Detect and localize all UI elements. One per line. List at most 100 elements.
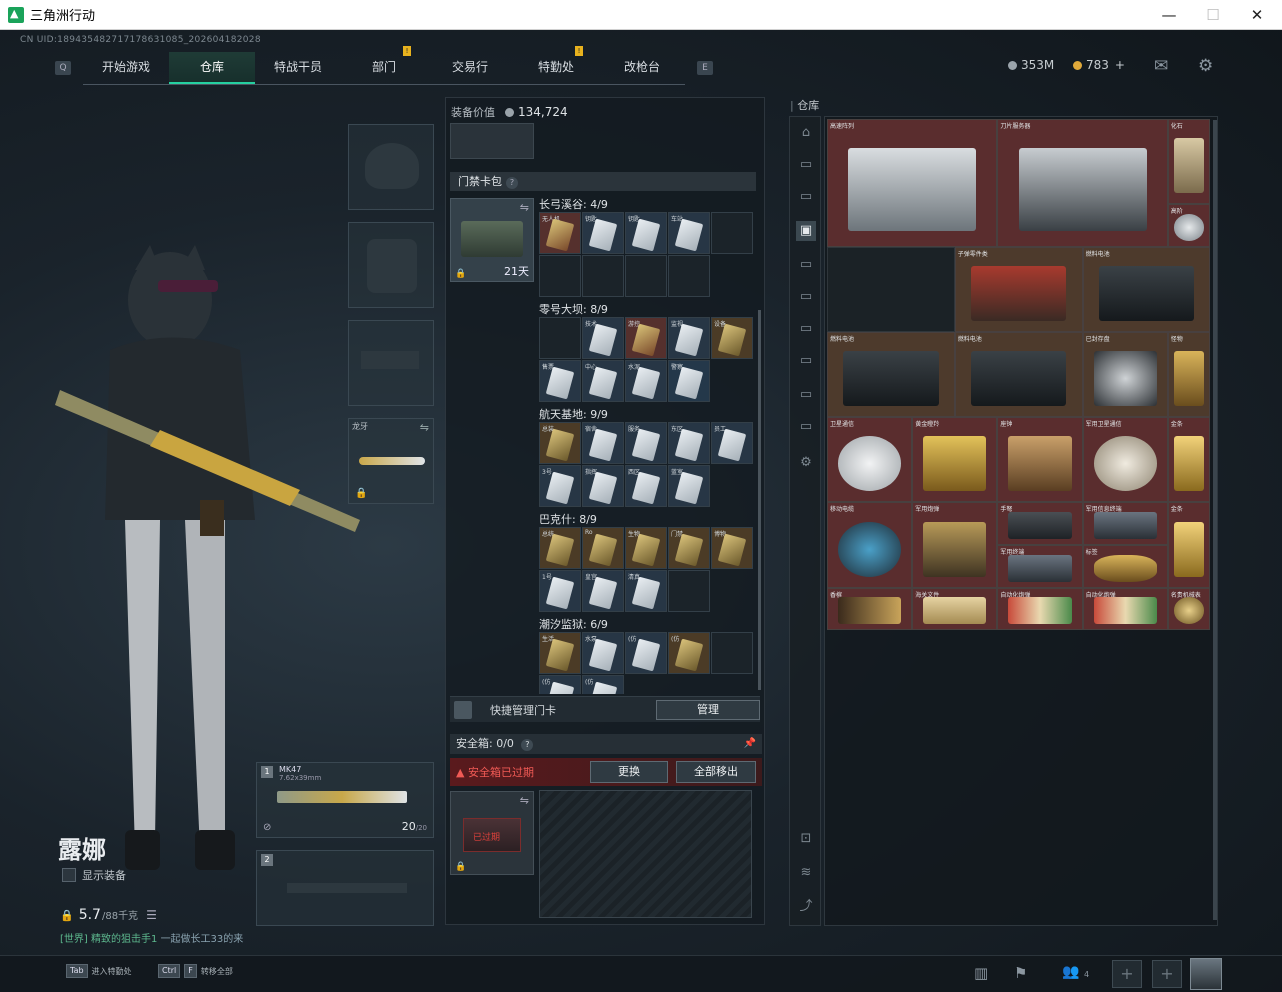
empty-cell[interactable] — [711, 212, 753, 254]
keycard-item[interactable]: 3号 — [539, 465, 581, 507]
empty-cell[interactable] — [539, 317, 581, 359]
expand-icon[interactable]: ⤴ — [796, 897, 816, 917]
warehouse-item[interactable]: 标签 — [1082, 544, 1168, 588]
keycard-item[interactable]: 中心 — [582, 360, 624, 402]
category-other-icon[interactable]: ▭ — [796, 417, 816, 437]
keycard-item[interactable]: (仿 — [582, 675, 624, 694]
keycard-item[interactable]: 无人机 — [539, 212, 581, 254]
warehouse-item[interactable]: 化石 — [1167, 119, 1211, 205]
replace-button[interactable]: 更换 — [590, 761, 668, 783]
backpack-slot[interactable] — [450, 123, 534, 159]
warehouse-item[interactable]: 金条 — [1167, 502, 1211, 588]
tab-trade[interactable]: 交易行 — [427, 52, 513, 84]
nav-prev-key[interactable]: Q — [55, 61, 71, 75]
keycard-item[interactable]: 技术 — [582, 317, 624, 359]
warehouse-item[interactable]: 金条 — [1167, 417, 1211, 503]
invite-slot-button[interactable]: + — [1152, 960, 1182, 988]
tab-department[interactable]: 部门! — [341, 45, 427, 84]
warehouse-item[interactable]: 自动化炮弹 — [1082, 587, 1168, 631]
category-collection-icon[interactable]: ▣ — [796, 221, 816, 241]
warehouse-settings-icon[interactable]: ⚙ — [796, 453, 816, 473]
empty-cell[interactable] — [625, 255, 667, 297]
warehouse-item[interactable]: 卫星通信 — [827, 417, 913, 503]
move-all-button[interactable]: 全部移出 — [676, 761, 756, 783]
keycard-item[interactable]: Ro — [582, 527, 624, 569]
manage-button[interactable]: 管理 — [656, 700, 760, 720]
minimize-button[interactable]: — — [1146, 4, 1192, 26]
primary-weapon-slot[interactable]: 1 MK47 7.62x39mm ⊘ 20/20 — [256, 762, 434, 838]
keycard-bag[interactable]: ⇋ 🔒 21天 — [450, 198, 534, 282]
flag-icon[interactable]: ⚑ — [1014, 964, 1027, 982]
add-gold-button[interactable]: + — [1115, 58, 1125, 72]
show-equipment-checkbox[interactable] — [62, 868, 76, 882]
tab-special-ops[interactable]: 特勤处! — [513, 45, 599, 84]
empty-cell[interactable] — [827, 246, 955, 332]
avatar[interactable] — [1190, 958, 1222, 990]
keycard-item[interactable]: 生物 — [625, 527, 667, 569]
warehouse-item[interactable]: 手弩 — [997, 502, 1083, 545]
warehouse-item[interactable]: 燃料电池 — [954, 331, 1083, 418]
empty-cell[interactable] — [539, 255, 581, 297]
keycard-item[interactable]: 东区 — [668, 422, 710, 464]
keycard-item[interactable]: 监视 — [668, 317, 710, 359]
warehouse-item[interactable]: 座钟 — [997, 417, 1083, 503]
safe-box-item[interactable]: ⇋ 已过期 🔒 — [450, 791, 534, 875]
keycard-item[interactable]: 西区 — [625, 465, 667, 507]
warehouse-item[interactable]: 刀片服务器 — [997, 119, 1168, 247]
keycard-item[interactable]: 设备 — [711, 317, 753, 359]
warehouse-item[interactable]: 移动电缆 — [827, 502, 913, 588]
swap-icon[interactable]: ⇋ — [520, 794, 529, 807]
keycard-item[interactable]: 蓝室 — [668, 465, 710, 507]
keycard-item[interactable]: 员工 — [711, 422, 753, 464]
warehouse-item[interactable]: 燃料电池 — [827, 331, 955, 418]
warehouse-item[interactable]: 海关文件 — [912, 587, 998, 631]
warehouse-scrollbar[interactable] — [1213, 120, 1217, 920]
keycard-item[interactable]: 警察 — [668, 360, 710, 402]
warehouse-item[interactable]: 名贵机械表 — [1167, 587, 1211, 631]
keycard-item[interactable]: 1号 — [539, 570, 581, 612]
keycard-item[interactable]: 钥匙 — [625, 212, 667, 254]
equipment-scrollbar[interactable] — [758, 310, 761, 690]
sort-icon[interactable]: ⊡ — [796, 829, 816, 849]
category-medical-icon[interactable]: ▭ — [796, 287, 816, 307]
layers-icon[interactable]: ≋ — [796, 863, 816, 883]
category-weapon-icon[interactable]: ▭ — [796, 155, 816, 175]
category-misc-icon[interactable]: ▭ — [796, 351, 816, 371]
empty-cell[interactable] — [711, 632, 753, 674]
warehouse-item[interactable]: 军用炮弹 — [912, 502, 998, 588]
warehouse-item[interactable]: 子弹零件类 — [954, 246, 1083, 332]
keycard-item[interactable]: 服务 — [625, 422, 667, 464]
safe-box-grid[interactable] — [539, 790, 752, 918]
keycard-item[interactable]: 售票 — [539, 360, 581, 402]
warehouse-item[interactable]: 香槟 — [827, 587, 913, 631]
friends-icon[interactable]: 👥 — [1062, 964, 1079, 980]
gear-icon[interactable]: ⚙ — [1198, 56, 1213, 76]
keycard-item[interactable]: 总装 — [539, 422, 581, 464]
keycard-item[interactable]: 生活 — [539, 632, 581, 674]
warehouse-item[interactable]: 已封存盘 — [1082, 331, 1168, 418]
tab-operators[interactable]: 特战干员 — [255, 52, 341, 84]
stats-icon[interactable]: ▥ — [974, 964, 988, 982]
keycard-item[interactable]: 宿舍 — [582, 422, 624, 464]
keycard-item[interactable]: 皇宫 — [582, 570, 624, 612]
help-icon[interactable]: ? — [506, 177, 518, 189]
pin-icon[interactable]: 📌 — [744, 734, 756, 754]
maximize-button[interactable]: ☐ — [1190, 4, 1236, 26]
tab-warehouse[interactable]: 仓库 — [169, 51, 255, 84]
tab-gunsmith[interactable]: 改枪台 — [599, 52, 685, 84]
swap-icon[interactable]: ⇋ — [520, 201, 529, 214]
keycard-item[interactable]: (仿 — [668, 632, 710, 674]
nav-next-key[interactable]: E — [697, 61, 713, 75]
category-ammo-icon[interactable]: ▭ — [796, 187, 816, 207]
warehouse-item[interactable]: 自动化炮弹 — [997, 587, 1083, 631]
invite-slot-button[interactable]: + — [1112, 960, 1142, 988]
keycard-item[interactable]: 钥匙 — [582, 212, 624, 254]
category-key-icon[interactable]: ▭ — [796, 319, 816, 339]
helmet-slot[interactable] — [348, 124, 434, 210]
keycard-item[interactable]: 水泵 — [582, 632, 624, 674]
swap-icon[interactable]: ⇋ — [420, 421, 429, 434]
keycard-item[interactable]: 车站 — [668, 212, 710, 254]
warehouse-item[interactable]: 军用卫星通信 — [1082, 417, 1168, 503]
warehouse-item[interactable]: 燃料电池 — [1082, 246, 1211, 332]
warehouse-item[interactable]: 高速阵列 — [827, 119, 998, 247]
